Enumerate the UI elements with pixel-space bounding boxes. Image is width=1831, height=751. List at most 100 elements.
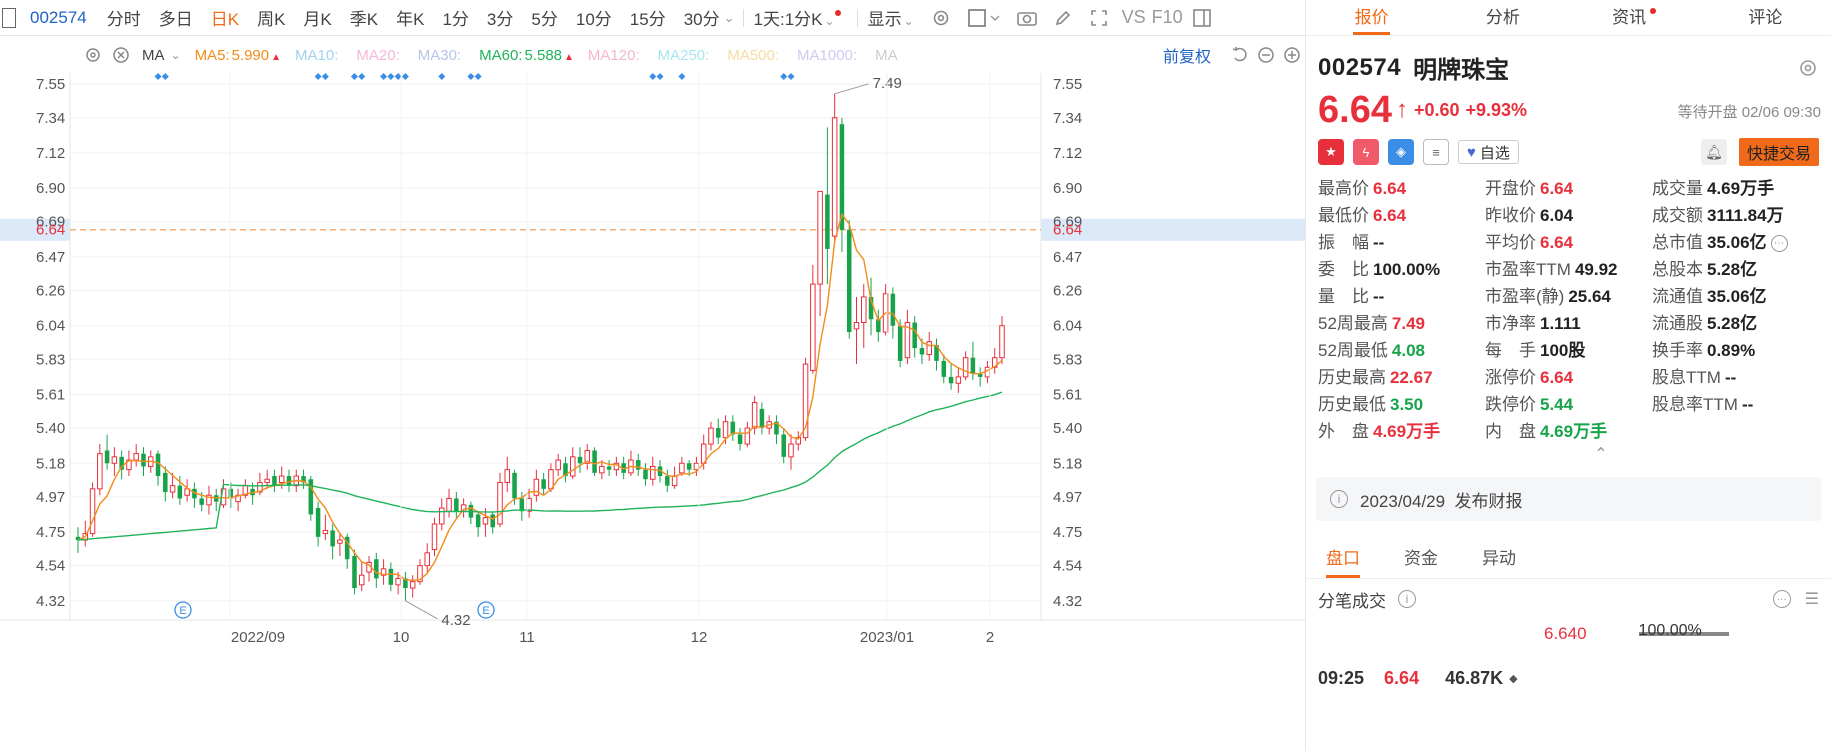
period-tab[interactable]: 分时 bbox=[107, 5, 141, 30]
ma-item[interactable]: MA20: bbox=[356, 47, 403, 64]
earnings-notice[interactable]: i 2023/04/29 发布财报 bbox=[1316, 477, 1821, 521]
period-tab[interactable]: 1分 bbox=[442, 5, 468, 30]
period-30min-chevron[interactable]: ⌄ bbox=[724, 10, 735, 26]
sub-tab[interactable]: 资金 bbox=[1404, 539, 1438, 578]
candle bbox=[192, 482, 197, 509]
ma-type-select[interactable]: MA bbox=[142, 47, 165, 64]
period-tab[interactable]: 日K bbox=[211, 5, 239, 30]
ma-arrow-icon: ▲ bbox=[271, 51, 282, 63]
quote-key: 市盈率TTM bbox=[1485, 260, 1571, 279]
earnings-event-icon[interactable]: E bbox=[477, 601, 495, 619]
ma-item[interactable]: MA500: bbox=[727, 47, 783, 64]
ma-item[interactable]: MA bbox=[875, 47, 902, 64]
list-icon[interactable]: ☰ bbox=[1805, 589, 1819, 609]
settings-icon[interactable] bbox=[1797, 57, 1819, 79]
candle-body bbox=[708, 427, 714, 445]
event-marker-icon[interactable] bbox=[780, 73, 788, 80]
event-marker-icon[interactable] bbox=[787, 73, 795, 80]
stock-code-large: 002574 bbox=[1318, 53, 1402, 81]
ma-item[interactable]: MA1000: bbox=[797, 47, 861, 64]
period-tab[interactable]: 5分 bbox=[531, 5, 557, 30]
event-marker-icon[interactable] bbox=[678, 73, 686, 80]
panel-tab[interactable]: 分析 bbox=[1437, 0, 1568, 35]
candle-body bbox=[388, 568, 394, 585]
candle bbox=[431, 517, 438, 557]
bell-icon[interactable]: 🔔︎ bbox=[1700, 139, 1727, 165]
fullscreen-icon[interactable] bbox=[1086, 5, 1112, 31]
ma-item[interactable]: MA250: bbox=[658, 47, 714, 64]
ma-settings-icon[interactable] bbox=[84, 46, 102, 64]
display-select[interactable]: 显示 ⌄ bbox=[868, 5, 914, 30]
panel-tab[interactable]: 报价 bbox=[1306, 0, 1437, 35]
quote-panel: 报价 分析 资讯 评论 002574 明牌珠宝 6.64 ↑ +0.60 +9.93%… bbox=[1305, 0, 1831, 751]
document-icon[interactable]: ≡ bbox=[1423, 139, 1449, 165]
period-tab[interactable]: 15分 bbox=[630, 5, 666, 30]
info-icon[interactable]: i bbox=[1398, 590, 1416, 608]
panel-tab[interactable]: 评论 bbox=[1700, 0, 1831, 35]
period-tab[interactable]: 季K bbox=[350, 5, 378, 30]
zoom-in-icon[interactable] bbox=[1283, 46, 1301, 64]
period-tab[interactable]: 月K bbox=[303, 5, 331, 30]
more-icon[interactable]: ··· bbox=[1772, 590, 1791, 608]
event-marker-icon[interactable] bbox=[154, 73, 162, 80]
ma-item[interactable]: MA60: 5.588 ▲ bbox=[479, 47, 574, 64]
kline-chart-svg[interactable]: 7.55 7.557.34 7.347.12 7.126.90 6.906.69 6.69… bbox=[0, 73, 1305, 751]
ma-item[interactable]: MA30: bbox=[418, 47, 465, 64]
sub-tab[interactable]: 盘口 bbox=[1326, 539, 1360, 578]
event-marker-icon[interactable] bbox=[387, 73, 395, 80]
candle bbox=[206, 485, 212, 515]
event-marker-icon[interactable] bbox=[401, 73, 409, 80]
event-marker-icon[interactable] bbox=[649, 73, 657, 80]
period-tab[interactable]: 10分 bbox=[576, 5, 612, 30]
event-marker-icon[interactable] bbox=[656, 73, 664, 80]
earnings-event-icon[interactable]: E bbox=[174, 601, 192, 619]
event-marker-icon[interactable] bbox=[358, 73, 366, 80]
rectangle-tool-icon[interactable] bbox=[964, 5, 1004, 31]
settings-icon[interactable] bbox=[928, 5, 954, 31]
candle bbox=[708, 421, 714, 451]
adjust-select[interactable]: 前复权 bbox=[1163, 43, 1211, 67]
panel-tab-label: 分析 bbox=[1485, 8, 1520, 27]
china-flag-icon[interactable]: ★ bbox=[1318, 139, 1344, 165]
pencil-icon[interactable] bbox=[1050, 5, 1076, 31]
y-tick-label-left: 6.04 bbox=[36, 318, 65, 335]
period-tab[interactable]: 年K bbox=[396, 5, 424, 30]
lightning-icon[interactable]: ϟ bbox=[1353, 139, 1379, 165]
sidebar-toggle-icon[interactable] bbox=[2, 7, 16, 28]
quote-key: 内 盘 bbox=[1485, 422, 1536, 441]
collapse-chevron-icon[interactable]: ⌃ bbox=[1378, 447, 1824, 463]
candle bbox=[388, 562, 394, 592]
period-tab[interactable]: 多日 bbox=[159, 5, 193, 30]
event-marker-icon[interactable] bbox=[467, 73, 475, 80]
candle bbox=[774, 415, 779, 445]
panel-toggle-icon[interactable] bbox=[1189, 5, 1215, 31]
event-marker-icon[interactable] bbox=[474, 73, 482, 80]
undo-icon[interactable] bbox=[1231, 46, 1249, 64]
zoom-out-icon[interactable] bbox=[1257, 46, 1275, 64]
more-icon[interactable]: ⋯ bbox=[1770, 235, 1788, 253]
ma-item[interactable]: MA10: bbox=[295, 47, 342, 64]
period-combo-select[interactable]: 1天:1分K ⌄ bbox=[754, 5, 841, 30]
quote-key: 涨停价 bbox=[1485, 368, 1536, 387]
panel-tab[interactable]: 资讯 bbox=[1569, 0, 1700, 35]
event-marker-icon[interactable] bbox=[321, 73, 329, 80]
period-tab[interactable]: 3分 bbox=[487, 5, 513, 30]
event-marker-icon[interactable] bbox=[438, 73, 446, 80]
f10-button[interactable]: F10 bbox=[1152, 7, 1183, 28]
ma-close-icon[interactable] bbox=[112, 46, 130, 64]
quick-trade-button[interactable]: 快捷交易 bbox=[1738, 138, 1819, 166]
period-tab[interactable]: 周K bbox=[257, 5, 285, 30]
tag-icon[interactable]: ◈ bbox=[1388, 139, 1414, 165]
ma-item[interactable]: MA5: 5.990 ▲ bbox=[195, 47, 281, 64]
ma-item[interactable]: MA120: bbox=[588, 47, 644, 64]
event-marker-icon[interactable] bbox=[161, 73, 169, 80]
event-marker-icon[interactable] bbox=[314, 73, 322, 80]
camera-icon[interactable] bbox=[1014, 5, 1040, 31]
watchlist-button[interactable]: ♥ 自选 bbox=[1458, 140, 1519, 164]
period-tab[interactable]: 30分 bbox=[684, 5, 720, 30]
event-marker-icon[interactable] bbox=[350, 73, 358, 80]
vs-button[interactable]: VS bbox=[1122, 7, 1146, 28]
event-marker-icon[interactable] bbox=[380, 73, 388, 80]
sub-tab[interactable]: 异动 bbox=[1482, 539, 1516, 578]
kline-chart[interactable]: 7.55 7.55 7.34 7.34 7.12 7.12 6.90 6.90 6.69 6.69… bbox=[0, 73, 1305, 751]
